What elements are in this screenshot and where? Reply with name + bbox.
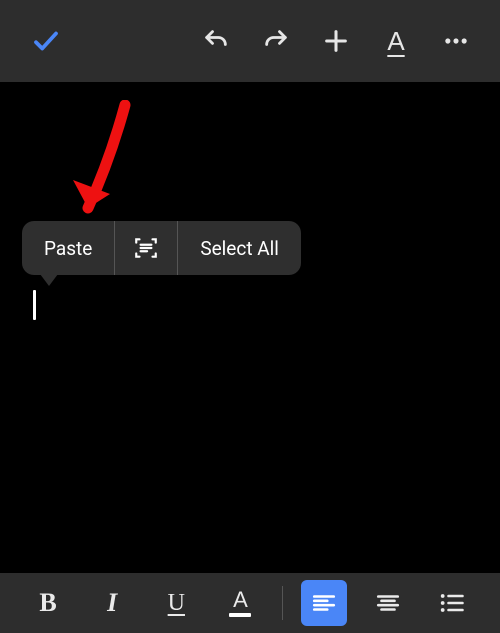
paste-label: Paste <box>44 237 92 260</box>
redo-button[interactable] <box>250 15 302 67</box>
paste-menu-item[interactable]: Paste <box>22 221 115 275</box>
confirm-button[interactable] <box>20 15 72 67</box>
context-menu-tail <box>40 274 58 286</box>
toolbar-separator <box>282 586 283 620</box>
overflow-button[interactable] <box>430 15 482 67</box>
text-style-icon: A <box>387 28 404 54</box>
top-toolbar: A <box>0 0 500 82</box>
italic-button[interactable]: I <box>89 580 135 626</box>
underline-button[interactable]: U <box>153 580 199 626</box>
select-all-menu-item[interactable]: Select All <box>178 221 301 275</box>
undo-icon <box>202 27 230 55</box>
scan-text-menu-item[interactable] <box>115 221 178 275</box>
align-left-icon <box>311 590 337 616</box>
text-cursor <box>33 290 36 320</box>
align-center-icon <box>375 590 401 616</box>
text-color-bar <box>229 613 251 617</box>
align-left-button[interactable] <box>301 580 347 626</box>
context-menu: Paste Select All <box>22 221 301 275</box>
redo-icon <box>262 27 290 55</box>
insert-button[interactable] <box>310 15 362 67</box>
undo-button[interactable] <box>190 15 242 67</box>
checkmark-icon <box>31 26 61 56</box>
bottom-format-toolbar: B I U A <box>0 573 500 633</box>
bold-icon: B <box>39 588 56 618</box>
italic-icon: I <box>107 588 117 618</box>
text-color-button[interactable]: A <box>217 580 263 626</box>
text-format-button[interactable]: A <box>370 15 422 67</box>
bold-button[interactable]: B <box>25 580 71 626</box>
document-canvas[interactable] <box>0 82 500 573</box>
underline-icon: U <box>168 590 185 617</box>
text-color-icon: A <box>229 589 251 617</box>
align-center-button[interactable] <box>365 580 411 626</box>
bullet-list-icon <box>438 589 466 617</box>
bullet-list-button[interactable] <box>429 580 475 626</box>
scan-text-icon <box>133 235 159 261</box>
select-all-label: Select All <box>200 237 279 260</box>
more-icon <box>442 27 470 55</box>
plus-icon <box>322 27 350 55</box>
